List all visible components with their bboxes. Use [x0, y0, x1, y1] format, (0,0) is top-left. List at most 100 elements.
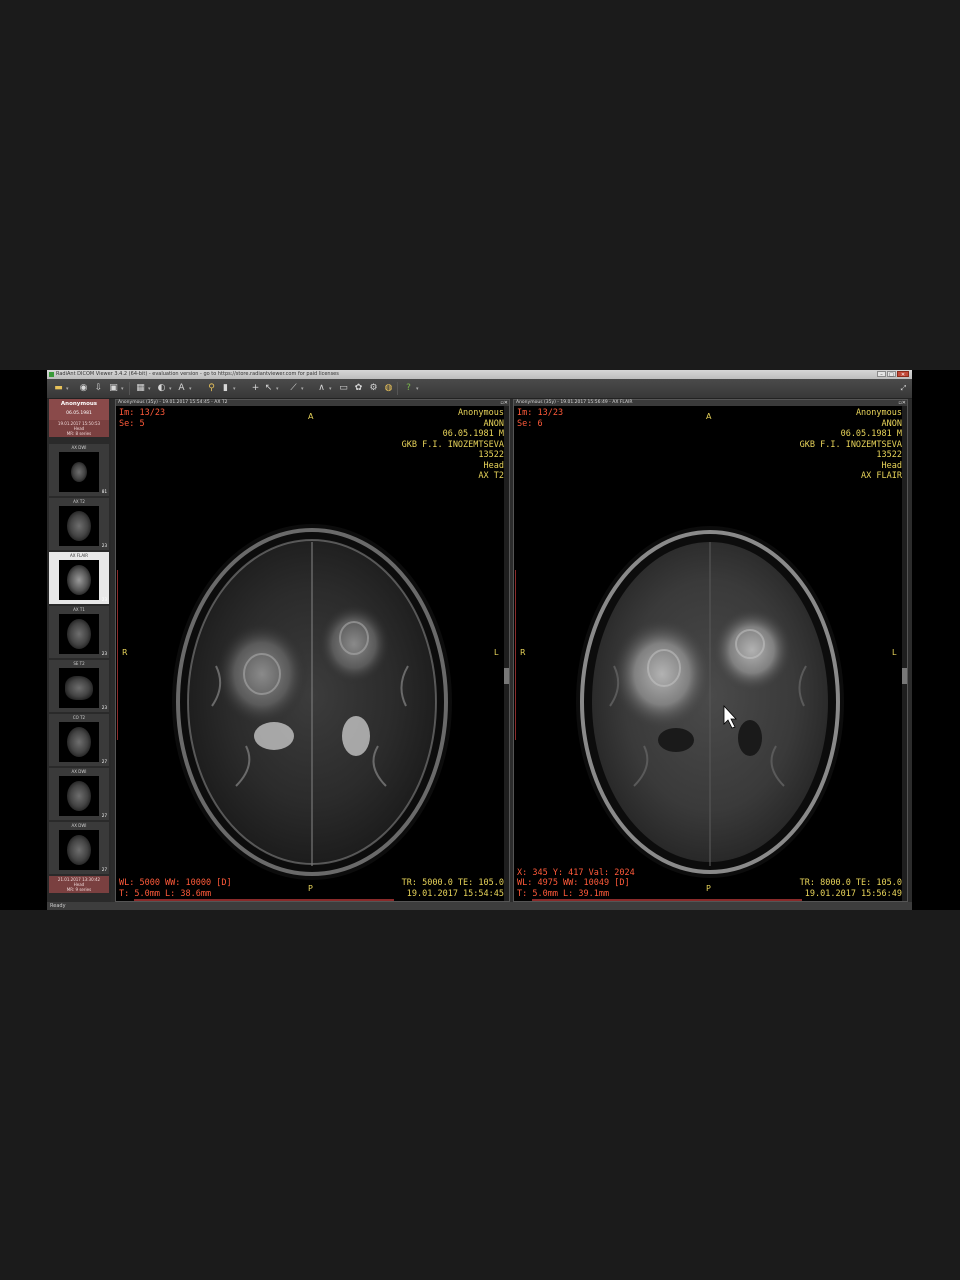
study-header[interactable]: 19.01.2017 15:50:53 Head MR: 8 series [49, 420, 109, 437]
body-part: Head [483, 460, 504, 471]
screen: RadiAnt DICOM Viewer 3.4.2 (64-bit) - ev… [0, 370, 960, 910]
help-icon[interactable]: ? [402, 382, 415, 394]
study-series-count: MR: 8 series [66, 431, 92, 436]
viewport-scrollbar[interactable] [902, 406, 907, 901]
radiant-window: RadiAnt DICOM Viewer 3.4.2 (64-bit) - ev… [47, 370, 912, 910]
series-label: CO T2 [72, 715, 86, 720]
institution: GKB F.I. INOZEMTSEVA [799, 439, 902, 450]
orientation-left: L [494, 648, 499, 657]
series-preview [59, 830, 99, 870]
camera-icon[interactable]: ▭ [337, 382, 350, 394]
patient-info: Anonymous ANON 06.05.1981 M GKB F.I. INO… [402, 408, 504, 482]
orientation-posterior: P [308, 884, 313, 893]
patient-header[interactable]: Anonymous 06.05.1981 [49, 399, 109, 420]
toolbar-separator [129, 382, 130, 395]
angle-icon[interactable]: ∧ [315, 382, 328, 394]
series-thumbnail-selected[interactable]: AX FLAIR 23 [49, 552, 109, 604]
chevron-down-icon[interactable]: ▾ [329, 386, 332, 392]
series-label: AX T1 [73, 607, 85, 612]
scale-bar [532, 899, 802, 901]
ruler-icon[interactable]: ⟋ [287, 382, 300, 394]
text-annotation-icon[interactable]: A [175, 382, 188, 394]
scrollbar-thumb[interactable] [902, 668, 907, 684]
series-image-count: 23 [101, 543, 107, 548]
chevron-down-icon[interactable]: ▾ [189, 386, 192, 392]
chevron-down-icon[interactable]: ▾ [416, 386, 419, 392]
series-label: AX DWI [71, 445, 87, 450]
chevron-down-icon[interactable]: ▾ [301, 386, 304, 392]
globe-icon[interactable]: ◍ [382, 382, 395, 394]
series-thumbnail[interactable]: CO T2 27 [49, 714, 109, 766]
title-bar: RadiAnt DICOM Viewer 3.4.2 (64-bit) - ev… [47, 370, 912, 379]
series-thumbnail[interactable]: AX DWI 27 [49, 768, 109, 820]
orientation-right: R [520, 648, 526, 657]
patient-dob-sex: 06.05.1981 M [840, 429, 902, 439]
cd-icon[interactable]: ◉ [77, 382, 90, 394]
layout-grid-icon[interactable]: ▦ [134, 382, 147, 394]
series-number: Se: 5 [119, 418, 145, 429]
scrollbar-thumb[interactable] [504, 668, 509, 684]
cursor-readout: X: 345 Y: 417 Val: 2024 [517, 867, 635, 878]
orientation-right: R [122, 648, 128, 657]
open-folder-icon[interactable]: ▬ [52, 382, 65, 394]
3d-volume-icon[interactable]: ✿ [352, 382, 365, 394]
body-part: Head [881, 460, 902, 471]
series-label: AX DWI [71, 769, 87, 774]
minimize-button[interactable]: – [877, 371, 886, 378]
window-level: WL: 4975 WW: 10049 [D] [517, 878, 630, 888]
patient-dob-sex: 06.05.1981 M [442, 429, 504, 439]
save-icon[interactable]: ▣ [107, 382, 120, 394]
close-button[interactable]: ✕ [897, 371, 909, 378]
series-label: AX DWI [71, 823, 87, 828]
toolbar-separator [397, 382, 398, 395]
scroll-icon[interactable]: ▮ [219, 382, 232, 394]
window-title: RadiAnt DICOM Viewer 3.4.2 (64-bit) - ev… [56, 371, 339, 377]
chevron-down-icon[interactable]: ▾ [121, 386, 124, 392]
viewport-ax-t2[interactable]: Anonymous (35y) - 19.01.2017 15:54:45 - … [115, 399, 510, 902]
chevron-down-icon[interactable]: ▾ [169, 386, 172, 392]
series-preview [59, 776, 99, 816]
download-icon[interactable]: ⇩ [92, 382, 105, 394]
acquisition-datetime: 19.01.2017 15:56:49 [804, 888, 902, 899]
magnifier-icon[interactable]: ⚲ [205, 382, 218, 394]
fullscreen-icon[interactable]: ⤢ [897, 382, 910, 394]
series-preview [59, 668, 99, 708]
series-thumbnail[interactable]: AX DWI 81 [49, 444, 109, 496]
series-description: AX FLAIR [861, 471, 902, 481]
chevron-down-icon[interactable]: ▾ [276, 386, 279, 392]
window-controls: – □ ✕ [877, 371, 909, 378]
institution: GKB F.I. INOZEMTSEVA [401, 439, 504, 450]
scale-bar [134, 899, 394, 901]
maximize-button[interactable]: □ [887, 371, 896, 378]
slice-thickness: T: 5.0mm L: 38.6mm [119, 888, 212, 899]
series-thumbnail[interactable]: AX T1 23 [49, 606, 109, 658]
series-preview [59, 452, 99, 492]
viewport-ax-flair[interactable]: Anonymous (35y) - 19.01.2017 15:56:49 - … [513, 399, 908, 902]
chevron-down-icon[interactable]: ▾ [233, 386, 236, 392]
series-thumbnail[interactable]: AX T2 23 [49, 498, 109, 550]
series-image-count: 81 [101, 489, 107, 494]
viewport-scrollbar[interactable] [504, 406, 509, 901]
chevron-down-icon[interactable]: ▾ [148, 386, 151, 392]
patient-info: Anonymous ANON 06.05.1981 M GKB F.I. INO… [800, 408, 902, 482]
orientation-left: L [892, 648, 897, 657]
series-thumbnail[interactable]: SE T2 23 [49, 660, 109, 712]
patient-name: Anonymous [457, 408, 504, 418]
settings-icon[interactable]: ⚙ [367, 382, 380, 394]
series-image-count: 27 [101, 759, 107, 764]
brightness-icon[interactable]: ◐ [155, 382, 168, 394]
toolbar: ▬ ▾ ◉ ⇩ ▣ ▾ ▦ ▾ ◐ ▾ A ▾ ⚲ ▮ ▾ + ↖ ▾ ⟋ ▾ … [47, 379, 912, 399]
series-image-count: 23 [101, 651, 107, 656]
series-label: AX FLAIR [69, 553, 89, 558]
pointer-icon[interactable]: ↖ [262, 382, 275, 394]
series-number: Se: 6 [517, 418, 543, 429]
series-preview [59, 506, 99, 546]
series-image-count: 23 [101, 597, 107, 602]
chevron-down-icon[interactable]: ▾ [66, 386, 69, 392]
series-thumbnail[interactable]: AX DWI 27 [49, 822, 109, 874]
study-header[interactable]: 21.01.2017 13:30:42 Head MR: 9 series [49, 876, 109, 893]
status-bar: Ready [47, 902, 912, 910]
acquisition-params: TR: 8000.0 TE: 105.0 [799, 878, 902, 888]
series-preview [59, 614, 99, 654]
crosshair-icon[interactable]: + [249, 382, 262, 394]
